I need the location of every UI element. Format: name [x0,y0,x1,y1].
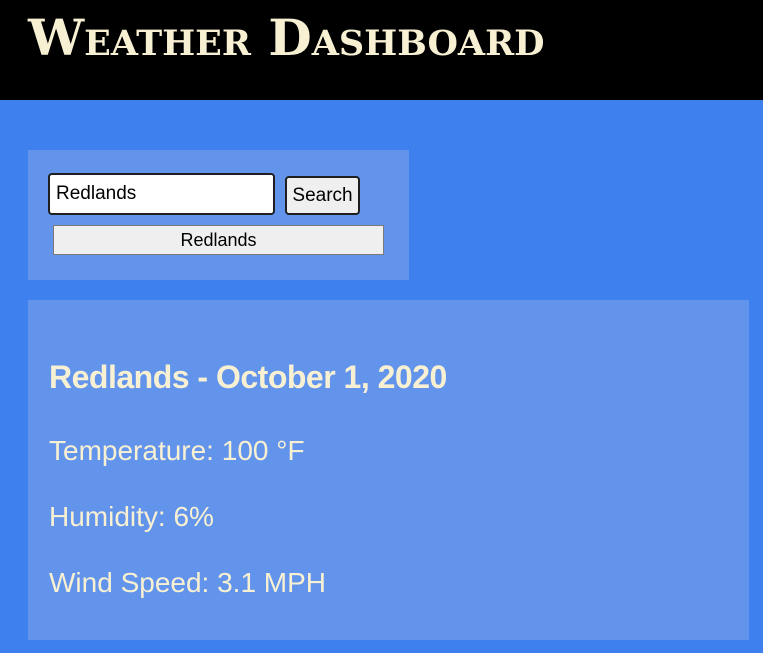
current-weather-panel: Redlands - October 1, 2020 Temperature: … [28,300,749,640]
search-button[interactable]: Search [285,176,360,215]
search-panel: Search Redlands [28,150,409,280]
wind-speed-text: Wind Speed: 3.1 MPH [49,567,327,598]
history-city-button[interactable]: Redlands [53,225,384,255]
temperature-text: Temperature: 100 °F [49,435,305,466]
header-bar: Weather Dashboard [0,0,763,100]
city-date-heading: Redlands - October 1, 2020 [49,359,447,395]
city-search-input[interactable] [48,173,275,215]
app-title: Weather Dashboard [28,8,545,67]
humidity-text: Humidity: 6% [49,501,214,532]
